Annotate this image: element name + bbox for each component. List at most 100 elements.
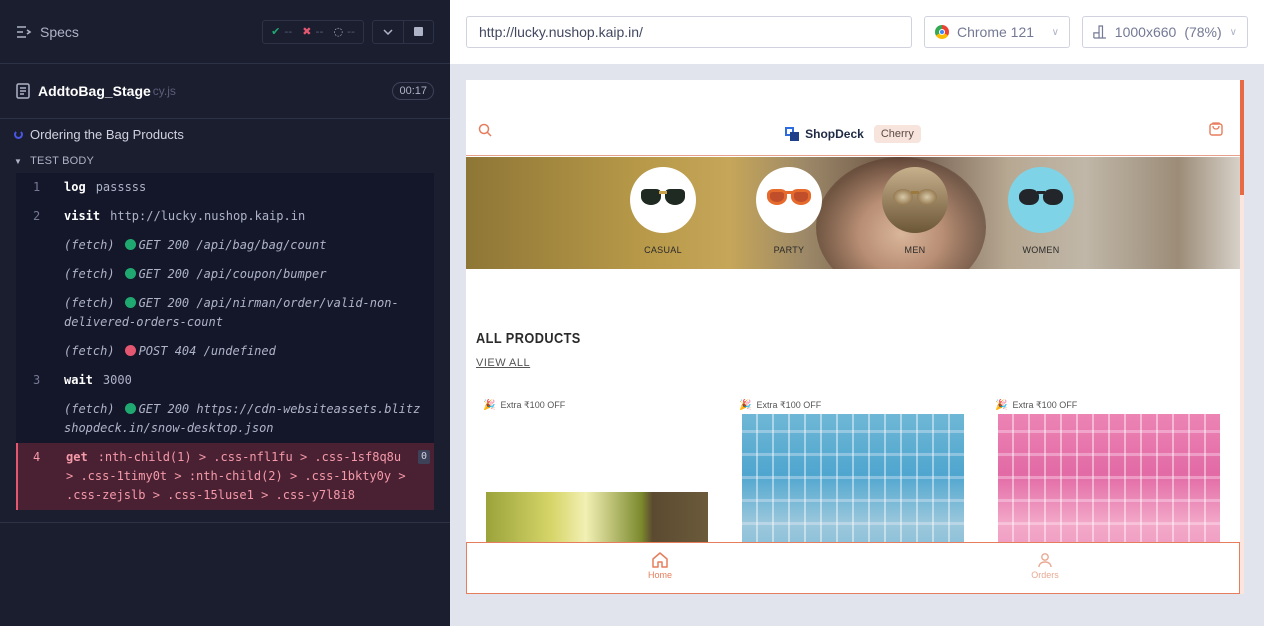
chrome-icon xyxy=(935,25,949,39)
command-name: log xyxy=(64,180,86,194)
runner-header: Specs ✔ -- ✖ -- ◌ -- xyxy=(0,0,450,64)
offer-badge: 🎉 Extra ₹100 OFF xyxy=(995,400,1078,411)
browser-selector[interactable]: Chrome 121 ∨ xyxy=(924,16,1070,48)
category-casual[interactable]: CASUAL xyxy=(630,167,696,255)
stop-button[interactable] xyxy=(403,20,433,43)
status-error-icon xyxy=(124,345,136,356)
command-number: 4 xyxy=(33,450,41,464)
offer-badge: 🎉 Extra ₹100 OFF xyxy=(739,400,822,411)
command-row-active[interactable]: 4 get:nth-child(1) > .css-nfl1fu > .css-… xyxy=(16,443,434,510)
fetch-message: GET 200 https://cdn-websiteassets.blitzs… xyxy=(64,402,421,435)
store-tag: Cherry xyxy=(873,124,921,143)
sunglasses-icon xyxy=(630,167,696,233)
element-count-badge: 0 xyxy=(417,450,430,464)
suite-label: Ordering the Bag Products xyxy=(30,126,184,142)
fetch-label: (fetch) xyxy=(64,296,115,310)
status-success-icon xyxy=(124,403,136,414)
bottom-nav: Home Orders xyxy=(466,542,1240,594)
party-popper-icon: 🎉 xyxy=(995,400,1008,411)
fetch-row[interactable]: (fetch) GET 200 /api/nirman/order/valid-n… xyxy=(16,289,434,337)
command-number: 3 xyxy=(33,373,41,387)
product-card[interactable]: 🎉 Extra ₹100 OFF xyxy=(732,400,966,594)
user-icon xyxy=(1038,553,1052,568)
category-party[interactable]: PARTY xyxy=(756,167,822,255)
preview-toolbar: http://lucky.nushop.kaip.in/ Chrome 121 … xyxy=(450,0,1264,64)
party-popper-icon: 🎉 xyxy=(739,400,752,411)
aut-iframe: ShopDeck Cherry CASUAL PARTY MEN WOMEN A… xyxy=(466,80,1244,594)
home-icon xyxy=(652,552,668,568)
sunglasses-icon xyxy=(882,167,948,233)
viewport-icon xyxy=(1093,25,1106,39)
spec-file-row: AddtoBag_Stage cy.js 00:17 xyxy=(0,64,450,119)
nav-home[interactable]: Home xyxy=(630,552,690,580)
command-row[interactable]: 1 log passsss xyxy=(16,173,434,202)
spec-name: AddtoBag_Stage xyxy=(38,83,151,99)
category-men[interactable]: MEN xyxy=(882,167,948,255)
spec-duration: 00:17 xyxy=(392,82,434,100)
divider xyxy=(0,522,450,523)
fetch-row[interactable]: (fetch) GET 200 /api/coupon/bumper xyxy=(16,260,434,289)
command-name: visit xyxy=(64,209,101,223)
command-name: get xyxy=(66,450,88,464)
bag-icon[interactable] xyxy=(1208,120,1224,140)
run-controls xyxy=(372,19,434,44)
scrollbar[interactable] xyxy=(1240,80,1244,594)
site-header: ShopDeck Cherry xyxy=(466,112,1240,156)
command-row[interactable]: 2 visit http://lucky.nushop.kaip.in xyxy=(16,202,434,231)
category-women[interactable]: WOMEN xyxy=(1008,167,1074,255)
shopdeck-logo[interactable]: ShopDeck xyxy=(785,126,864,141)
specs-button[interactable]: Specs xyxy=(16,24,79,40)
url-bar[interactable]: http://lucky.nushop.kaip.in/ xyxy=(466,16,912,48)
chevron-down-icon: ∨ xyxy=(1229,26,1237,38)
fetch-label: (fetch) xyxy=(64,267,115,281)
command-row[interactable]: 3 wait 3000 xyxy=(16,366,434,395)
scroll-thumb[interactable] xyxy=(1240,80,1244,195)
fetch-row[interactable]: (fetch) POST 404 /undefined xyxy=(16,337,434,366)
fetch-row[interactable]: (fetch) GET 200 https://cdn-websiteassets… xyxy=(16,395,434,443)
test-runner-panel: Specs ✔ -- ✖ -- ◌ -- AddtoBag_Stage cy.js 00… xyxy=(0,0,450,626)
status-success-icon xyxy=(124,297,136,308)
zoom-level: (78%) xyxy=(1184,24,1222,40)
specs-list-icon xyxy=(17,25,32,38)
status-success-icon xyxy=(124,239,136,250)
section-title: ALL PRODUCTS xyxy=(476,330,581,347)
command-message: 3000 xyxy=(102,373,132,387)
fetch-label: (fetch) xyxy=(64,238,115,252)
command-message: :nth-child(1) > .css-nfl1fu > .css-1sf8q… xyxy=(66,450,406,502)
running-spinner-icon xyxy=(14,129,23,139)
product-card[interactable]: 🎉 Extra ₹100 OFF xyxy=(476,400,710,411)
chevron-down-icon[interactable] xyxy=(373,21,403,43)
failed-icon: ✖ xyxy=(302,25,312,38)
command-message: http://lucky.nushop.kaip.in xyxy=(110,209,306,223)
document-icon xyxy=(16,83,30,99)
party-popper-icon: 🎉 xyxy=(483,400,496,411)
fetch-label: (fetch) xyxy=(64,344,115,358)
sunglasses-icon xyxy=(756,167,822,233)
suite-title[interactable]: Ordering the Bag Products xyxy=(0,119,450,149)
chevron-down-icon: ▼ xyxy=(14,156,23,166)
passed-icon: ✔ xyxy=(271,25,281,38)
viewport-selector[interactable]: 1000x660 (78%) ∨ xyxy=(1082,16,1248,48)
browser-label: Chrome 121 xyxy=(957,24,1035,40)
nav-orders[interactable]: Orders xyxy=(1015,552,1075,580)
fetch-message: GET 200 /api/coupon/bumper xyxy=(138,267,327,281)
search-icon[interactable] xyxy=(478,122,492,141)
command-log: 1 log passsss 2 visit http://lucky.nushop.… xyxy=(16,173,434,510)
passed-count: -- xyxy=(284,25,293,38)
view-all-link[interactable]: VIEW ALL xyxy=(476,357,530,369)
logo-text: ShopDeck xyxy=(805,126,864,141)
sunglasses-icon xyxy=(1008,167,1074,233)
test-body-toggle[interactable]: ▼ TEST BODY xyxy=(0,149,450,173)
failed-count: -- xyxy=(315,25,324,38)
fetch-label: (fetch) xyxy=(64,402,115,416)
pending-count: -- xyxy=(347,25,355,38)
command-number: 2 xyxy=(33,209,41,223)
offer-badge: 🎉 Extra ₹100 OFF xyxy=(483,400,566,411)
test-body-label: TEST BODY xyxy=(30,155,95,167)
logo-icon xyxy=(785,126,800,141)
specs-label: Specs xyxy=(40,23,79,40)
spec-ext: cy.js xyxy=(152,84,176,98)
product-card[interactable]: 🎉 Extra ₹100 OFF xyxy=(988,400,1222,594)
fetch-row[interactable]: (fetch) GET 200 /api/bag/bag/count xyxy=(16,231,434,260)
command-message: passsss xyxy=(95,180,147,194)
